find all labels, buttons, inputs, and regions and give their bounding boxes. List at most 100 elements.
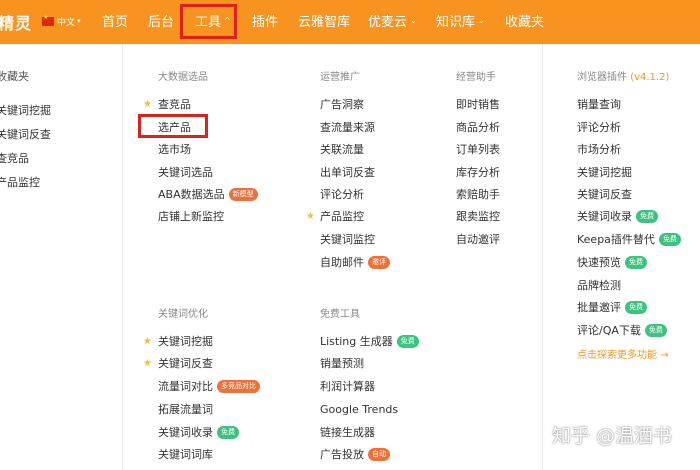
watermark-text: 知乎 @温酒书 bbox=[552, 425, 673, 447]
plugin-version: (v4.1.2) bbox=[630, 72, 670, 83]
multi-compare-badge: 多竞品对比 bbox=[217, 379, 260, 393]
star-icon: ★ bbox=[143, 99, 152, 110]
nav-knowledge[interactable]: 知识库 ⌄ bbox=[436, 11, 485, 30]
chevron-down-icon: ▾ bbox=[77, 17, 81, 25]
section-title-ops: 运营推广 bbox=[320, 72, 360, 83]
language-label: 中文 bbox=[57, 17, 76, 28]
menu-item-label: Keepa插件替代 bbox=[577, 233, 655, 246]
menu-item[interactable]: 关联流量 bbox=[320, 141, 364, 157]
menu-item[interactable]: 关键词收录 免费 bbox=[577, 208, 658, 224]
menu-item[interactable]: 关键词反查 bbox=[577, 186, 632, 202]
menu-item-mail[interactable]: 自助邮件 邀评 bbox=[320, 254, 390, 270]
language-selector[interactable]: 中文 ▾ bbox=[42, 14, 81, 28]
menu-item[interactable]: 出单词反查 bbox=[320, 164, 375, 180]
menu-item-label: 快速预览 bbox=[577, 256, 621, 269]
menu-item[interactable]: 广告投放 自动 bbox=[320, 446, 390, 462]
menu-item[interactable]: 库存分析 bbox=[456, 164, 500, 180]
menu-item-label: 批量邀评 bbox=[577, 301, 621, 314]
menu-item[interactable]: 关键词监控 bbox=[320, 231, 375, 247]
free-badge: 免费 bbox=[625, 300, 647, 314]
choose-product-highlight-box bbox=[138, 114, 208, 138]
menu-item[interactable]: 商品分析 bbox=[456, 119, 500, 135]
menu-item[interactable]: 评论/QA下载 免费 bbox=[577, 322, 667, 338]
menu-item[interactable]: 链接生成器 bbox=[320, 424, 375, 440]
menu-item-label: Listing 生成器 bbox=[320, 335, 393, 348]
menu-item[interactable]: 跟卖监控 bbox=[456, 208, 500, 224]
menu-item[interactable]: 利润计算器 bbox=[320, 378, 375, 394]
menu-item[interactable]: 关键词反查 bbox=[158, 355, 213, 371]
menu-item[interactable]: 市场分析 bbox=[577, 141, 621, 157]
menu-item[interactable]: 评论分析 bbox=[320, 186, 364, 202]
menu-item[interactable]: 关键词收录 免费 bbox=[158, 424, 239, 440]
menu-item-label: ABA数据选品 bbox=[158, 188, 225, 201]
menu-item[interactable]: 查竞品 bbox=[158, 96, 191, 112]
menu-item[interactable]: 自动邀评 bbox=[456, 231, 500, 247]
new-model-badge: 新模型 bbox=[228, 187, 258, 201]
favorites-title: 收藏夹 bbox=[0, 70, 29, 83]
top-nav: 精灵 中文 ▾ 首页 后台 工具 ^ 插件 云雅智库 优麦云 ⌄ 知识库 ⌄ 收… bbox=[0, 0, 700, 44]
menu-item[interactable]: 关键词挖掘 bbox=[158, 333, 213, 349]
free-badge: 免费 bbox=[396, 334, 419, 348]
menu-item[interactable]: 广告洞察 bbox=[320, 96, 364, 112]
menu-item-label: 广告投放 bbox=[320, 448, 364, 461]
section-title-keyword: 关键词优化 bbox=[158, 309, 208, 320]
free-badge: 免费 bbox=[658, 232, 681, 246]
nav-youmaiyun-label: 优麦云 bbox=[368, 15, 408, 30]
menu-item-label: 自助邮件 bbox=[320, 256, 364, 269]
favorite-item[interactable]: 关键词挖掘 bbox=[0, 102, 51, 118]
nav-home[interactable]: 首页 bbox=[102, 11, 128, 30]
free-badge: 免费 bbox=[636, 209, 658, 223]
favorite-item[interactable]: 关键词反查 bbox=[0, 126, 51, 142]
free-badge: 免费 bbox=[625, 255, 647, 269]
menu-item[interactable]: Keepa插件替代 免费 bbox=[577, 231, 681, 247]
plugin-title-label: 浏览器插件 bbox=[577, 72, 627, 83]
menu-item[interactable]: 店铺上新监控 bbox=[158, 208, 224, 224]
menu-item[interactable]: 拓展流量词 bbox=[158, 401, 213, 417]
nav-dashboard[interactable]: 后台 bbox=[148, 11, 174, 30]
nav-yunya[interactable]: 云雅智库 bbox=[298, 11, 350, 30]
menu-item[interactable]: 评论分析 bbox=[577, 119, 621, 135]
menu-item[interactable]: 关键词选品 bbox=[158, 164, 213, 180]
menu-item[interactable]: 品牌检测 bbox=[577, 277, 621, 293]
section-title-free-tools: 免费工具 bbox=[320, 309, 360, 320]
nav-knowledge-label: 知识库 bbox=[436, 15, 476, 30]
menu-item[interactable]: 销量预测 bbox=[320, 355, 364, 371]
section-title-plugin: 浏览器插件 (v4.1.2) bbox=[577, 68, 669, 83]
favorite-item[interactable]: 产品监控 bbox=[0, 174, 40, 190]
explore-more-link[interactable]: 点击探索更多功能 → bbox=[577, 345, 669, 361]
menu-item[interactable]: 关键词挖掘 bbox=[577, 164, 632, 180]
menu-item[interactable]: 批量邀评 免费 bbox=[577, 299, 647, 315]
menu-item[interactable]: 选市场 bbox=[158, 141, 191, 157]
menu-item-aba[interactable]: ABA数据选品 新模型 bbox=[158, 186, 258, 202]
menu-item-label: 关键词收录 bbox=[158, 426, 213, 439]
star-icon: ★ bbox=[306, 211, 315, 222]
menu-item[interactable]: 产品监控 bbox=[320, 208, 364, 224]
review-invite-badge: 邀评 bbox=[368, 255, 390, 269]
menu-item[interactable]: 查流量来源 bbox=[320, 119, 375, 135]
column-divider bbox=[542, 44, 543, 470]
menu-item[interactable]: 关键词词库 bbox=[158, 446, 213, 462]
menu-item[interactable]: 订单列表 bbox=[456, 141, 500, 157]
nav-youmaiyun[interactable]: 优麦云 ⌄ bbox=[368, 11, 417, 30]
section-title-ops-assist: 经营助手 bbox=[456, 72, 496, 83]
auto-badge: 自动 bbox=[368, 447, 390, 461]
nav-plugin[interactable]: 插件 bbox=[252, 11, 278, 30]
free-badge: 免费 bbox=[644, 323, 667, 337]
menu-item-label: 流量词对比 bbox=[158, 380, 213, 393]
menu-item[interactable]: 销量查询 bbox=[577, 96, 621, 112]
menu-item[interactable]: Google Trends bbox=[320, 401, 398, 417]
favorite-item[interactable]: 查竞品 bbox=[0, 150, 29, 166]
tools-highlight-box bbox=[180, 4, 237, 39]
menu-item[interactable]: Listing 生成器 免费 bbox=[320, 333, 419, 349]
section-title-big-data: 大数据选品 bbox=[158, 72, 208, 83]
brand-logo[interactable]: 精灵 bbox=[0, 10, 32, 34]
favorites-panel: 收藏夹 关键词挖掘 关键词反查 查竞品 产品监控 bbox=[0, 44, 123, 470]
menu-item[interactable]: 快速预览 免费 bbox=[577, 254, 647, 270]
nav-favorites[interactable]: 收藏夹 bbox=[505, 11, 544, 30]
menu-item[interactable]: 索赔助手 bbox=[456, 186, 500, 202]
menu-item-label: 评论/QA下载 bbox=[577, 324, 641, 337]
chevron-down-icon: ⌄ bbox=[478, 16, 485, 25]
menu-item-label: 关键词收录 bbox=[577, 210, 632, 223]
menu-item[interactable]: 即时销售 bbox=[456, 96, 500, 112]
menu-item[interactable]: 流量词对比 多竞品对比 bbox=[158, 378, 260, 394]
